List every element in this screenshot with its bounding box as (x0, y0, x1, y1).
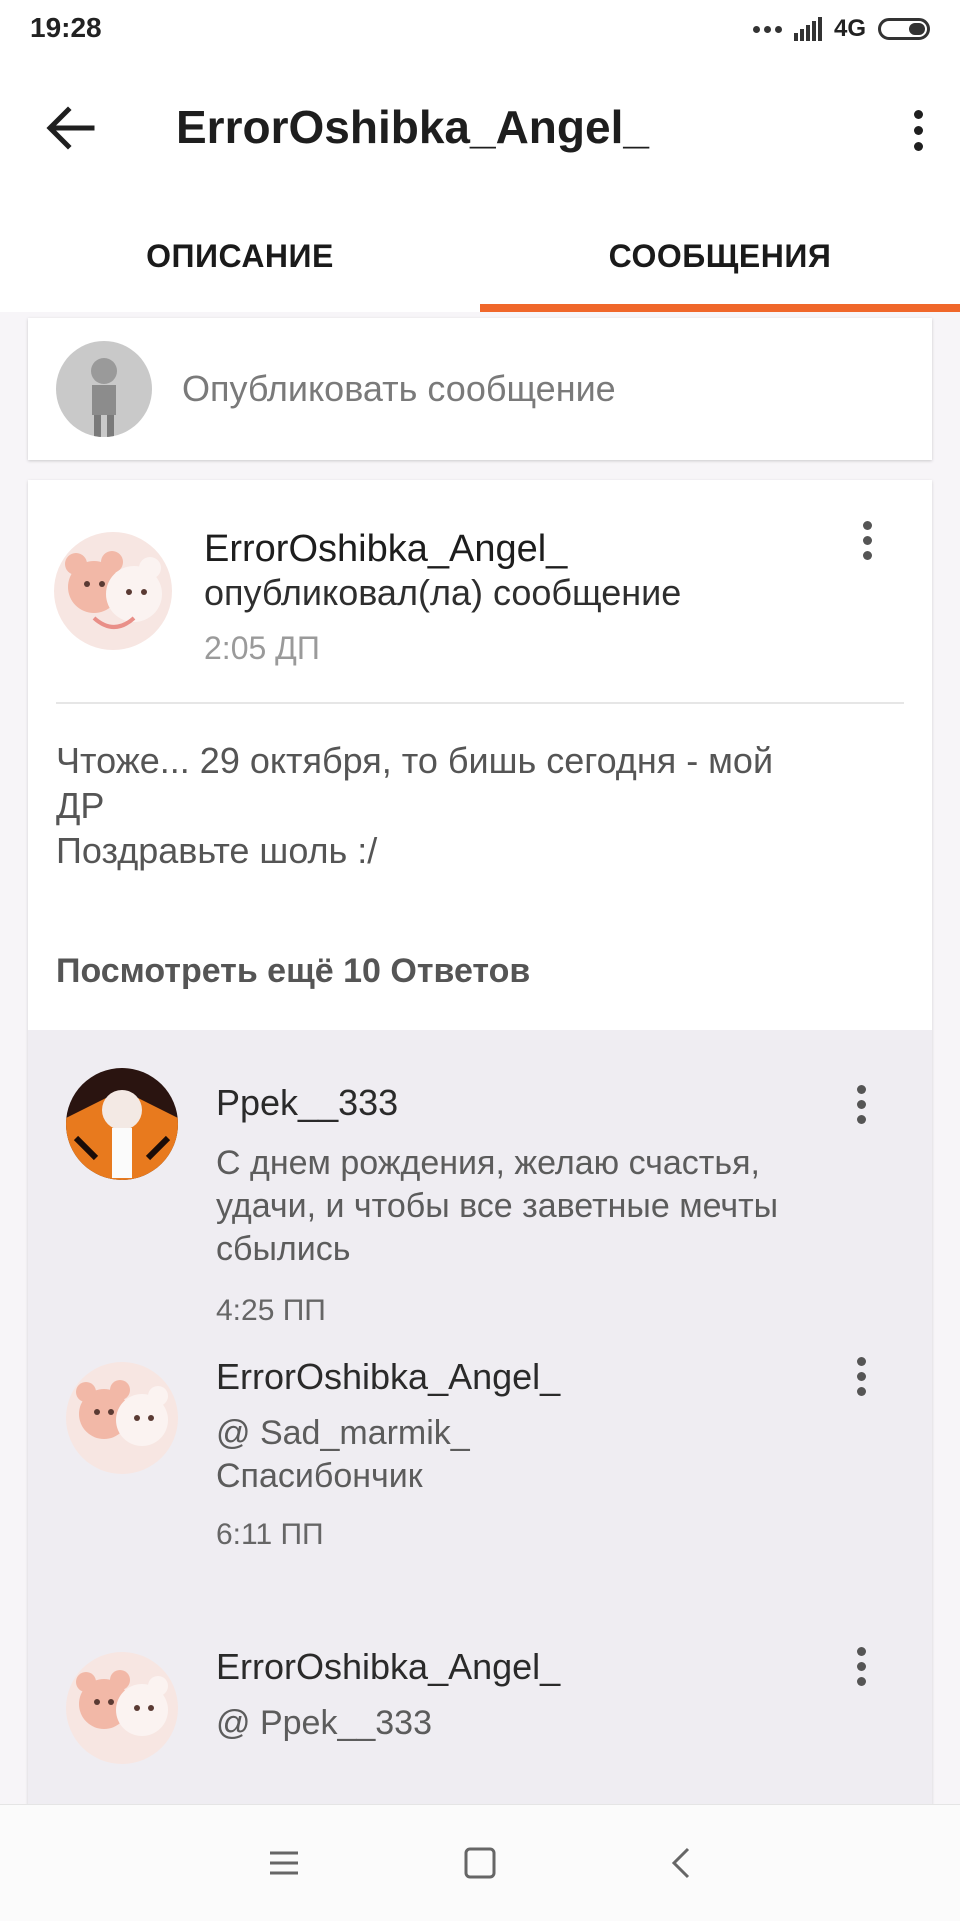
app-bar: ErrorOshibka_Angel_ (0, 60, 960, 200)
post-body-line: Чтоже... 29 октября, то бишь сегодня - м… (56, 740, 774, 781)
post-author[interactable]: ErrorOshibka_Angel_ (204, 528, 567, 571)
more-vert-icon[interactable] (898, 100, 938, 160)
more-replies-link[interactable]: Посмотреть ещё 10 Ответов (56, 952, 530, 991)
avatar[interactable] (66, 1068, 178, 1180)
post-body-line: Поздравьте шоль :/ (56, 830, 378, 871)
page-title: ErrorOshibka_Angel_ (176, 101, 649, 153)
nav-menu-icon[interactable] (262, 1841, 306, 1885)
status-bar: 19:28 4G (0, 0, 960, 60)
system-nav-bar (0, 1804, 960, 1921)
status-time: 19:28 (30, 12, 102, 43)
post-action-text: опубликовал(ла) сообщение (204, 572, 682, 613)
replies-list: Ppek__333 С днем рождения, желаю счастья… (28, 1030, 932, 1920)
nav-back-icon[interactable] (660, 1841, 704, 1885)
reply-time: 4:25 ПП (216, 1294, 326, 1327)
signal-icon (793, 17, 822, 41)
post-card: ErrorOshibka_Angel_ опубликовал(ла) сооб… (28, 480, 932, 1920)
reply-text: С днем рождения, желаю счастья, удачи, и… (216, 1142, 876, 1271)
reply-more-icon[interactable] (846, 1350, 876, 1402)
post-more-icon[interactable] (852, 514, 882, 566)
reply-text-line: сбылись (216, 1230, 351, 1268)
reply-text-line: @ Ppek__333 (216, 1704, 433, 1742)
reply-author[interactable]: ErrorOshibka_Angel_ (216, 1646, 560, 1688)
network-type: 4G (833, 15, 866, 42)
tab-description[interactable]: ОПИСАНИЕ (0, 200, 480, 312)
reply-more-icon[interactable] (846, 1078, 876, 1130)
avatar[interactable] (66, 1362, 178, 1474)
reply-time: 6:11 ПП (216, 1518, 324, 1551)
avatar (56, 341, 152, 437)
post-composer[interactable]: Опубликовать сообщение (28, 318, 932, 460)
divider (56, 702, 904, 704)
avatar[interactable] (54, 532, 172, 650)
back-arrow-icon[interactable] (40, 98, 100, 158)
battery-icon (878, 18, 930, 40)
reply-text: @ Ppek__333 (216, 1702, 876, 1745)
post-body: Чтоже... 29 октября, то бишь сегодня - м… (56, 738, 896, 873)
post-time: 2:05 ДП (204, 630, 320, 666)
post-body-line: ДР (56, 785, 105, 826)
status-icons: 4G (752, 14, 930, 44)
reply-text-line: С днем рождения, желаю счастья, (216, 1144, 760, 1182)
reply-text-line: Спасибончик (216, 1457, 423, 1495)
reply-author[interactable]: ErrorOshibka_Angel_ (216, 1356, 560, 1398)
tab-bar: ОПИСАНИЕ СООБЩЕНИЯ (0, 200, 960, 312)
composer-placeholder: Опубликовать сообщение (182, 368, 616, 409)
reply-text-line: @ Sad_marmik_ (216, 1414, 470, 1452)
reply-more-icon[interactable] (846, 1640, 876, 1692)
reply-author[interactable]: Ppek__333 (216, 1082, 398, 1124)
reply-text-line: удачи, и чтобы все заветные мечты (216, 1187, 779, 1225)
avatar[interactable] (66, 1652, 178, 1764)
nav-home-icon[interactable] (458, 1841, 502, 1885)
notification-dots-icon (752, 25, 782, 33)
tab-messages[interactable]: СООБЩЕНИЯ (480, 200, 960, 312)
reply-text: @ Sad_marmik_ Спасибончик (216, 1412, 876, 1498)
